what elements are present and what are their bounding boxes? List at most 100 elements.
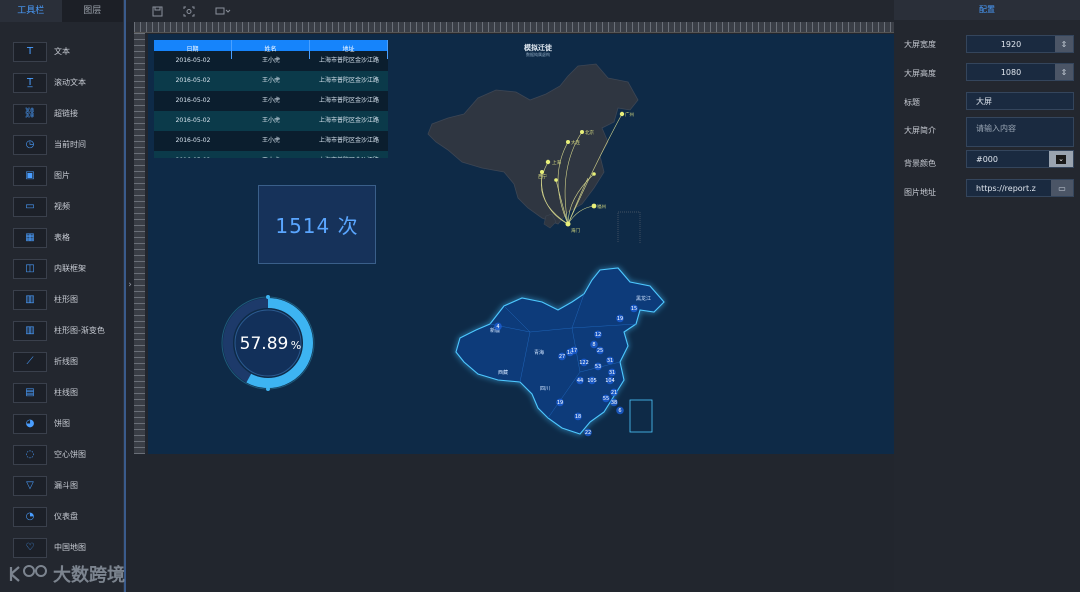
- screen-canvas[interactable]: 日期 姓名 地址 2016-05-02 王小虎 上海市普陀区金沙江路 2016-05-…: [148, 34, 894, 454]
- screen-height-input[interactable]: 1080 ⇕: [966, 63, 1074, 81]
- tool-label: 折线图: [54, 357, 78, 366]
- config-panel: 配置 大屏宽度 1920 ⇕ 大屏高度 1080 ⇕ 标题 大屏 大屏简介 请输…: [894, 0, 1080, 592]
- save-icon[interactable]: [152, 6, 163, 17]
- tool-label: 柱线图: [54, 388, 78, 397]
- tool-label: 漏斗图: [54, 481, 78, 490]
- tool-icon: ♡: [13, 537, 47, 558]
- table-cell: 王小虎: [261, 137, 280, 144]
- tool-list: T 文本 T̲ 滚动文本 ⛓ 超链接 ◷ 当前时间 ▣ 图片 ▭ 视频 ▦ 表格 ◫ 内联框架 ▥ 柱形图 ▥ 柱形图…: [0, 22, 123, 563]
- tool-item[interactable]: ◌ 空心饼图: [0, 439, 123, 470]
- tool-item[interactable]: ⛓ 超链接: [0, 98, 123, 129]
- tool-label: 仪表盘: [54, 512, 78, 521]
- table-row[interactable]: 2016-05-02王小虎上海市普陀区金沙江路: [154, 71, 388, 91]
- image-url-input[interactable]: https://report.z ▭: [966, 179, 1074, 197]
- region-label: 黑龙江: [636, 295, 651, 302]
- table-row[interactable]: 2016-05-02 王小虎 上海市普陀区金沙江路: [154, 91, 388, 111]
- tool-item[interactable]: ◕ 饼图: [0, 408, 123, 439]
- tool-item[interactable]: ▥ 柱形图-渐变色: [0, 315, 123, 346]
- screen-width-input[interactable]: 1920 ⇕: [966, 35, 1074, 53]
- map-value-label: 22: [585, 430, 591, 436]
- tab-layers[interactable]: 图层: [62, 0, 124, 22]
- tool-icon: ▭: [13, 196, 47, 217]
- table-row[interactable]: 2016-05-02王小虎上海市普陀区金沙江路: [154, 151, 388, 158]
- folder-icon[interactable]: ▭: [1051, 180, 1073, 196]
- counter-widget[interactable]: 1514 次: [258, 185, 376, 264]
- map-value-label: 4: [496, 324, 499, 330]
- table-cell: 2016-05-02: [175, 77, 211, 84]
- table-cell: 2016-05-02: [175, 97, 211, 104]
- migration-map-subtitle: 数据纯属虚构: [526, 52, 550, 57]
- color-picker-icon[interactable]: ⌄: [1049, 151, 1073, 167]
- panel-divider[interactable]: [124, 0, 126, 592]
- title-input[interactable]: 大屏: [966, 92, 1074, 110]
- south-sea-inset: [617, 211, 641, 243]
- tool-icon: ⟋: [13, 351, 47, 372]
- tool-item[interactable]: ♡ 中国地图: [0, 532, 123, 563]
- tool-item[interactable]: ⟋ 折线图: [0, 346, 123, 377]
- tool-icon: ▥: [13, 320, 47, 341]
- city-label: 上海: [552, 159, 561, 166]
- tool-label: 饼图: [54, 419, 70, 428]
- data-table[interactable]: 日期 姓名 地址 2016-05-02 王小虎 上海市普陀区金沙江路 2016-05-…: [154, 40, 388, 158]
- map-value-label: 8: [592, 342, 595, 348]
- screen-height-value: 1080: [1000, 67, 1022, 77]
- layers-dropdown-icon[interactable]: [215, 6, 231, 17]
- table-cell: 王小虎: [261, 97, 280, 104]
- tool-item[interactable]: ▥ 柱形图: [0, 284, 123, 315]
- tool-item[interactable]: ▽ 漏斗图: [0, 470, 123, 501]
- tool-item[interactable]: T̲ 滚动文本: [0, 67, 123, 98]
- collapse-chevron-icon[interactable]: ›: [126, 278, 134, 292]
- tool-label: 超链接: [54, 109, 78, 118]
- tool-item[interactable]: ▤ 柱线图: [0, 377, 123, 408]
- horizontal-ruler: [134, 22, 894, 33]
- city-label: 西宁: [538, 173, 547, 180]
- tool-icon: ◔: [13, 506, 47, 527]
- table-cell: 上海市普陀区金沙江路: [318, 137, 379, 144]
- city-label: 海门: [571, 227, 580, 234]
- height-stepper-icon[interactable]: ⇕: [1055, 64, 1073, 80]
- percentage-gauge[interactable]: 57.89 %: [220, 292, 316, 394]
- table-body: 2016-05-02 王小虎 上海市普陀区金沙江路 2016-05-02 王小虎 上海市普…: [154, 51, 388, 158]
- tool-item[interactable]: ▭ 视频: [0, 191, 123, 222]
- tab-toolbar[interactable]: 工具栏: [0, 0, 62, 22]
- map-value-label: 21: [611, 390, 617, 396]
- map-value-label: 19: [617, 316, 623, 322]
- tool-icon: ⛓: [13, 103, 47, 124]
- migration-map[interactable]: 广州 北京 大连 上海 西宁 福州 海门: [418, 38, 658, 243]
- tool-item[interactable]: T 文本: [0, 36, 123, 67]
- image-url-value: https://report.z: [976, 183, 1036, 193]
- description-textarea[interactable]: 请输入内容: [966, 117, 1074, 147]
- gauge-unit: %: [291, 339, 301, 352]
- region-label: 青海: [534, 349, 544, 356]
- bg-color-input[interactable]: #000 ⌄: [966, 150, 1074, 168]
- city-label: 北京: [585, 129, 594, 136]
- tool-item[interactable]: ◫ 内联框架: [0, 253, 123, 284]
- tool-item[interactable]: ▦ 表格: [0, 222, 123, 253]
- tool-item[interactable]: ▣ 图片: [0, 160, 123, 191]
- tool-label: 中国地图: [54, 543, 86, 552]
- table-cell: 上海市普陀区金沙江路: [318, 97, 379, 104]
- map-value-label: 55: [603, 396, 609, 402]
- tool-item[interactable]: ◔ 仪表盘: [0, 501, 123, 532]
- china-map[interactable]: 黑龙江 新疆 青海 西藏 四川 415191282710441712225533…: [450, 262, 670, 442]
- bg-color-value: #000: [976, 154, 998, 164]
- tool-icon: ◌: [13, 444, 47, 465]
- tool-label: 当前时间: [54, 140, 86, 149]
- screenshot-icon[interactable]: [183, 6, 195, 17]
- tool-icon: ▥: [13, 289, 47, 310]
- table-row[interactable]: 2016-05-02王小虎上海市普陀区金沙江路: [154, 131, 388, 151]
- tool-icon: T: [13, 41, 47, 62]
- toolbox-panel: 工具栏 图层 T 文本 T̲ 滚动文本 ⛓ 超链接 ◷ 当前时间 ▣ 图片 ▭ 视频 ▦ 表格 ◫ 内联框架 ▥…: [0, 0, 124, 592]
- table-cell: 王小虎: [261, 57, 280, 64]
- table-row[interactable]: 2016-05-02王小虎上海市普陀区金沙江路: [154, 51, 388, 71]
- tool-item[interactable]: ◷ 当前时间: [0, 129, 123, 160]
- tool-icon: ◷: [13, 134, 47, 155]
- tool-label: 视频: [54, 202, 70, 211]
- width-stepper-icon[interactable]: ⇕: [1055, 36, 1073, 52]
- table-row[interactable]: 2016-05-02王小虎上海市普陀区金沙江路: [154, 111, 388, 131]
- table-cell: 2016-05-02: [154, 151, 232, 158]
- watermark: 大数跨境: [9, 561, 125, 587]
- map-value-label: 122: [579, 360, 589, 366]
- table-cell: 上海市普陀区金沙江路: [318, 57, 379, 64]
- region-label: 四川: [540, 386, 550, 392]
